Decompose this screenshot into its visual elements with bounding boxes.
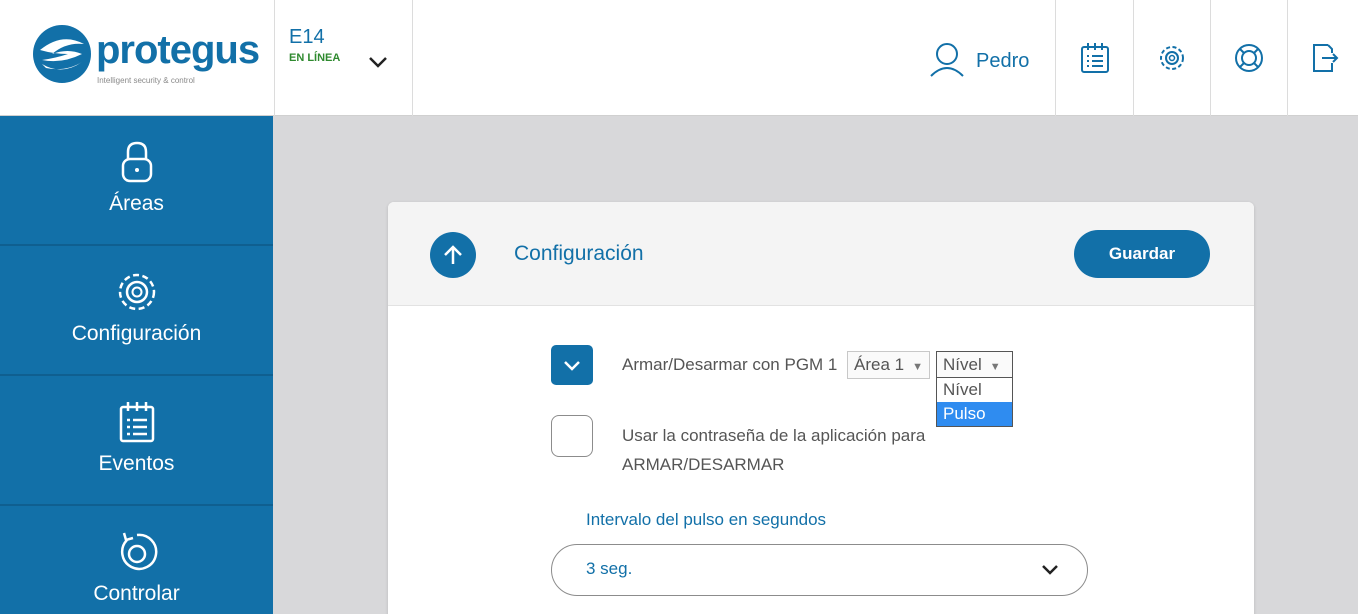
- top-header: protegus Intelligent security & control …: [0, 0, 1358, 116]
- mode-dropdown-list: Nível Pulso: [936, 377, 1013, 427]
- user-menu[interactable]: Pedro: [928, 0, 1056, 116]
- mode-select[interactable]: Nível ▼: [936, 351, 1013, 379]
- sidebar-item-areas[interactable]: Áreas: [0, 116, 273, 246]
- area-select[interactable]: Área 1 ▼: [847, 351, 930, 379]
- logo[interactable]: protegus Intelligent security & control: [0, 0, 275, 116]
- interval-select[interactable]: 3 seg.: [551, 544, 1088, 596]
- pgm-label: Armar/Desarmar con PGM 1: [622, 355, 838, 374]
- chevron-down-icon: [1042, 565, 1058, 575]
- arrow-up-icon: [444, 245, 462, 264]
- pgm-checkbox[interactable]: [551, 345, 593, 385]
- card-header: Configuración Guardar: [388, 202, 1254, 306]
- device-name: E14: [289, 26, 325, 48]
- settings-button[interactable]: [1134, 0, 1211, 116]
- mode-option-pulso[interactable]: Pulso: [937, 402, 1012, 426]
- chevron-down-icon: [369, 57, 387, 68]
- sidebar-item-eventos[interactable]: Eventos: [0, 376, 273, 506]
- sidebar-item-configuracion[interactable]: Configuración: [0, 246, 273, 376]
- user-name: Pedro: [976, 50, 1030, 72]
- sidebar-item-label: Configuración: [71, 322, 202, 345]
- events-button[interactable]: [1057, 0, 1134, 116]
- interval-value: 3 seg.: [586, 559, 633, 578]
- sidebar-item-controlar[interactable]: Controlar: [0, 506, 273, 614]
- mode-select-value: Nível: [943, 355, 982, 374]
- padlock-icon: [121, 141, 152, 183]
- calendar-list-icon: [1081, 43, 1109, 73]
- logout-icon: [1313, 44, 1339, 72]
- sidebar-item-label: Controlar: [93, 582, 180, 605]
- logout-button[interactable]: [1288, 0, 1358, 116]
- gear-icon: [118, 273, 155, 311]
- caret-down-icon: ▼: [989, 361, 1001, 373]
- brand-name: protegus: [96, 28, 260, 72]
- gear-icon: [1160, 46, 1184, 70]
- protegus-logo-icon: [33, 25, 91, 83]
- chevron-down-icon: [564, 361, 580, 371]
- sidebar: Áreas Configuración Eventos Controlar: [0, 116, 273, 614]
- interval-label: Intervalo del pulso en segundos: [586, 510, 827, 529]
- password-label-line2: ARMAR/DESARMAR: [622, 455, 785, 474]
- config-card: Configuración Guardar Armar/Desarmar con…: [388, 202, 1254, 614]
- help-button[interactable]: [1211, 0, 1288, 116]
- brand-tagline: Intelligent security & control: [97, 76, 195, 85]
- save-button[interactable]: Guardar: [1074, 230, 1210, 278]
- collapse-button[interactable]: [430, 232, 476, 278]
- user-icon: [930, 43, 964, 77]
- caret-down-icon: ▼: [912, 361, 923, 373]
- sidebar-item-label: Eventos: [98, 452, 175, 475]
- password-label-line1: Usar la contraseña de la aplicación para: [622, 426, 926, 445]
- password-checkbox[interactable]: [551, 415, 593, 457]
- device-selector[interactable]: E14 EN LÍNEA: [275, 0, 413, 116]
- device-status: EN LÍNEA: [289, 52, 341, 64]
- rotate-dial-icon: [120, 532, 157, 571]
- lifebuoy-icon: [1235, 44, 1263, 72]
- card-title: Configuración: [514, 242, 644, 265]
- area-select-value: Área 1: [854, 355, 905, 374]
- calendar-list-icon: [119, 402, 154, 443]
- sidebar-item-label: Áreas: [109, 192, 164, 215]
- mode-option-nivel[interactable]: Nível: [937, 378, 1012, 402]
